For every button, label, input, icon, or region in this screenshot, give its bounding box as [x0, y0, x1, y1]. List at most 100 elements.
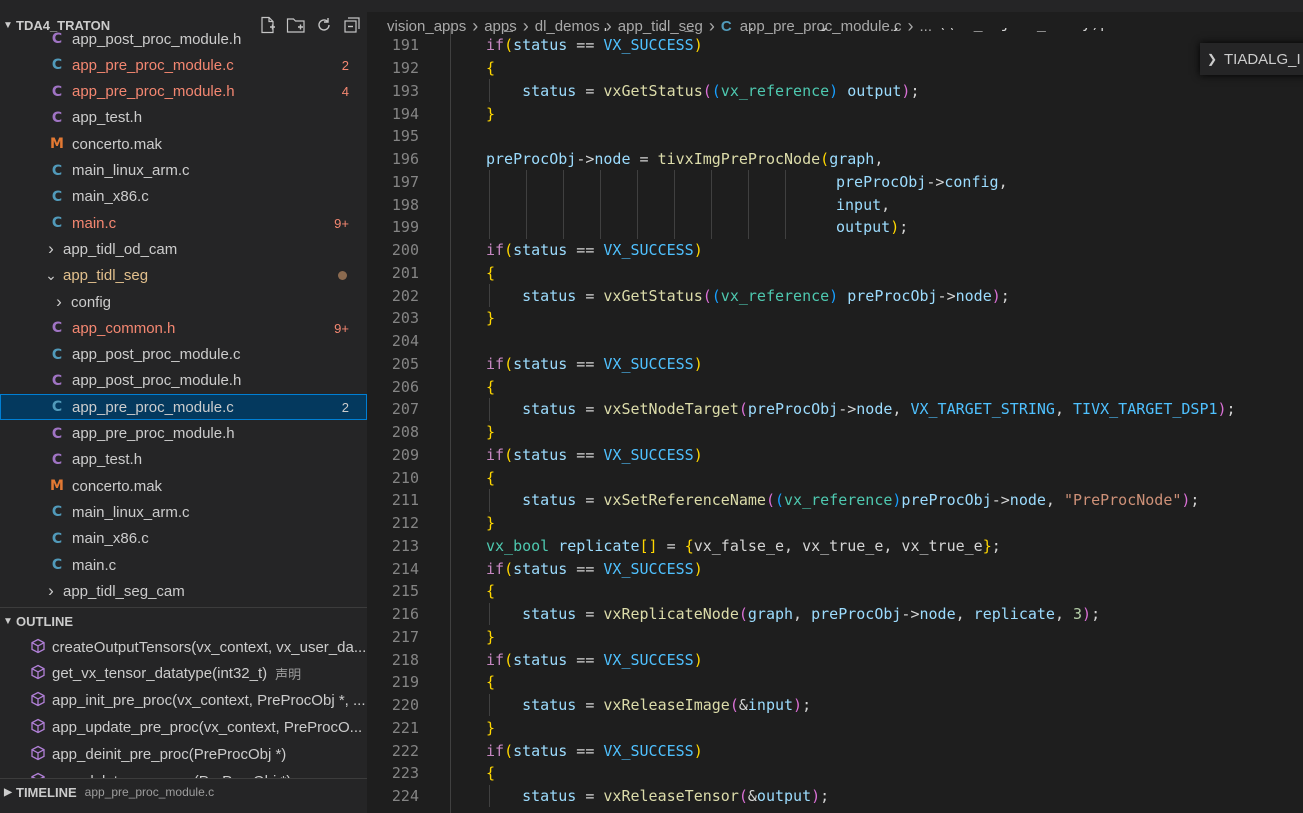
code-text: if(status == VX_SUCCESS) — [486, 560, 703, 578]
tree-file[interactable]: Capp_post_proc_module.h — [0, 26, 367, 52]
code-token: vxReleaseImage — [603, 696, 730, 714]
line-number: 213 — [391, 536, 419, 555]
makefile-icon: M — [50, 478, 64, 495]
code-token: , — [1045, 491, 1064, 510]
outline-list: createOutputTensors(vx_context, vx_user_… — [0, 634, 367, 778]
outline-item[interactable]: app_update_pre_proc(vx_context, PreProcO… — [0, 714, 367, 740]
code-token: } — [486, 627, 496, 646]
tree-file[interactable]: Capp_test.h — [0, 447, 367, 473]
code-text: status = vxReplicateNode(graph, preProcO… — [522, 605, 1100, 623]
indent-guide — [637, 215, 638, 239]
tree-file[interactable]: Capp_post_proc_module.h — [0, 368, 367, 394]
line-number: 198 — [391, 195, 419, 214]
tree-file[interactable]: Capp_common.h 9+ — [0, 315, 367, 341]
tree-file[interactable]: Cmain.c — [0, 552, 367, 578]
tree-file[interactable]: Capp_pre_proc_module.c 2 — [0, 52, 367, 78]
code-token: = — [576, 696, 604, 714]
code-token: ) — [693, 241, 703, 259]
indent-guide — [600, 193, 601, 216]
method-icon — [30, 664, 46, 683]
code-token: , — [892, 400, 911, 419]
code-token: ; — [1190, 491, 1200, 510]
tree-file[interactable]: Mconcerto.mak — [0, 473, 367, 499]
outline-header[interactable]: ▼ OUTLINE — [0, 608, 367, 634]
code-token: { — [486, 582, 496, 601]
tree-file[interactable]: Capp_test.h — [0, 105, 367, 131]
timeline-header[interactable]: ▶ TIMELINE app_pre_proc_module.c — [0, 779, 367, 805]
code-token: preProcObj — [747, 400, 839, 419]
tree-file[interactable]: Capp_pre_proc_module.h — [0, 421, 367, 447]
problem-count-badge: 9+ — [334, 215, 349, 231]
tree-file[interactable]: Capp_post_proc_module.c — [0, 342, 367, 368]
timeline-file: app_pre_proc_module.c — [84, 785, 215, 799]
peek-widget[interactable]: ❯ TIADALG_I — [1200, 43, 1303, 75]
problem-count-badge: 9+ — [334, 320, 349, 336]
code-token: ) — [829, 81, 839, 100]
outline-item[interactable]: app_deinit_pre_proc(PreProcObj *) — [0, 741, 367, 767]
code-area[interactable]: 190 vx_tensor output = (vx_tensor)vxGetOb… — [367, 28, 1303, 813]
tree-file[interactable]: Capp_pre_proc_module.c 2 — [0, 394, 367, 421]
code-line: 210 { — [367, 466, 1303, 489]
indent-guide — [637, 170, 638, 193]
code-token: graph — [829, 150, 875, 168]
code-token: if — [486, 241, 505, 259]
chevron-right-icon[interactable]: ❯ — [1200, 52, 1224, 66]
line-number: 193 — [391, 81, 419, 100]
code-token: output — [847, 81, 902, 100]
tree-file[interactable]: Cmain.c 9+ — [0, 210, 367, 236]
code-token: , — [955, 605, 974, 623]
indent-guide — [563, 215, 564, 239]
tree-folder[interactable]: › app_tidl_seg_cam — [0, 578, 367, 604]
line-number: 216 — [391, 605, 419, 623]
code-line: 203} — [367, 307, 1303, 330]
code-token: ( — [738, 787, 748, 805]
code-token: , — [874, 150, 884, 168]
code-token: -> — [838, 400, 857, 419]
code-text: status = vxSetNodeTarget(preProcObj->nod… — [522, 400, 1235, 418]
line-number: 218 — [391, 650, 419, 669]
tree-file[interactable]: Cmain_x86.c — [0, 526, 367, 552]
tree-item-label: app_post_proc_module.c — [72, 346, 241, 364]
tree-file[interactable]: Cmain_linux_arm.c — [0, 158, 367, 184]
c-header-icon: C — [51, 31, 63, 47]
tree-file[interactable]: Cmain_linux_arm.c — [0, 499, 367, 525]
code-token: vx_reference — [784, 491, 893, 510]
code-token: , — [998, 172, 1008, 191]
makefile-icon: M — [50, 136, 64, 153]
outline-item[interactable]: get_vx_tensor_datatype(int32_t) 声明 — [0, 661, 367, 687]
tree-file[interactable]: Capp_pre_proc_module.h 4 — [0, 79, 367, 105]
outline-item[interactable]: app_delete_pre_proc(PreProcObj *) — [0, 768, 367, 778]
tree-item-label: config — [71, 293, 112, 311]
code-line: 211 status = vxSetReferenceName((vx_refer… — [367, 489, 1303, 512]
code-token: -> — [991, 491, 1010, 510]
code-line: 219 { — [367, 671, 1303, 694]
tree-file[interactable]: Mconcerto.mak — [0, 131, 367, 157]
tree-folder[interactable]: › app_tidl_od_cam — [0, 236, 367, 262]
timeline-title: TIMELINE — [16, 784, 77, 800]
chevron-down-icon: ▼ — [3, 615, 13, 627]
code-token: output — [756, 787, 812, 805]
file-tree: Capp_post_proc_module.h Capp_pre_proc_mod… — [0, 26, 367, 606]
code-line: 224 status = vxReleaseTensor(&output); — [367, 785, 1303, 808]
code-line: 222 if(status == VX_SUCCESS) — [367, 739, 1303, 762]
tree-folder[interactable]: › config — [0, 289, 367, 315]
tree-folder[interactable]: ⌄ app_tidl_seg — [0, 263, 367, 289]
line-number: 222 — [391, 741, 419, 760]
code-line: 215 { — [367, 580, 1303, 603]
tree-file[interactable]: Cmain_x86.c — [0, 184, 367, 210]
code-token: ( — [820, 150, 830, 168]
line-number: 223 — [391, 764, 419, 783]
code-text: } — [486, 309, 495, 327]
code-token: preProcObj — [901, 491, 992, 510]
code-token: ( — [702, 81, 712, 100]
code-token: = — [576, 81, 604, 100]
outline-item-label: app_init_pre_proc(vx_context, PreProcObj… — [52, 692, 366, 710]
tree-item-label: app_pre_proc_module.h — [72, 83, 235, 101]
code-token: ( — [774, 491, 785, 510]
outline-item[interactable]: createOutputTensors(vx_context, vx_user_… — [0, 634, 367, 660]
indent-guide — [674, 215, 675, 239]
code-token: VX_SUCCESS — [603, 741, 694, 760]
code-token: { — [486, 263, 496, 282]
outline-item[interactable]: app_init_pre_proc(vx_context, PreProcObj… — [0, 688, 367, 714]
